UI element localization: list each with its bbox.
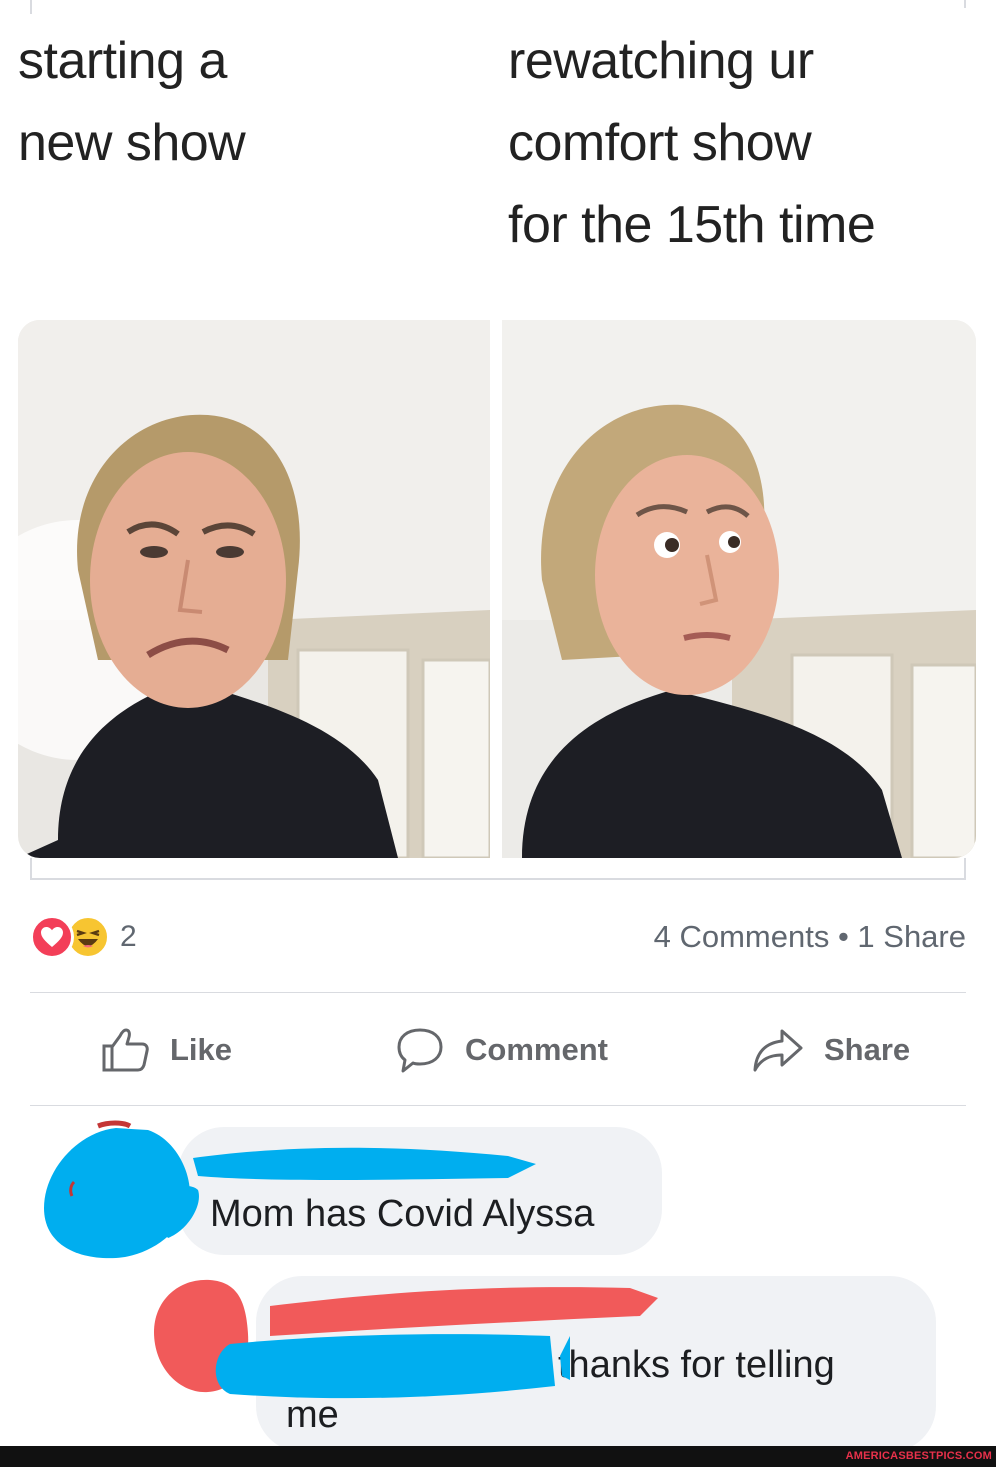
watermark-text: AMERICASBESTPICS.COM: [845, 1450, 992, 1462]
meme-photo-right[interactable]: [502, 320, 976, 858]
comment-icon: [397, 1028, 443, 1073]
watermark-bar: AMERICASBESTPICS.COM: [0, 1446, 996, 1467]
share-button[interactable]: Share: [752, 1020, 910, 1080]
thumbs-up-icon: [102, 1028, 149, 1072]
post-frame-left-line: [30, 0, 32, 14]
caption-line: new show: [18, 114, 246, 172]
reaction-count: 2: [120, 920, 137, 953]
caption-line: comfort show: [508, 114, 812, 172]
share-icon: [753, 1029, 803, 1072]
reactions-summary[interactable]: 2: [30, 912, 137, 962]
redaction-scribble-mixed: [154, 1279, 658, 1399]
caption-line: rewatching ur: [508, 32, 814, 90]
share-label: Share: [824, 1032, 911, 1067]
caption-line: starting a: [18, 32, 227, 90]
heart-icon: [30, 915, 74, 959]
meme-caption-left: starting a new show: [18, 20, 438, 184]
like-button[interactable]: Like: [100, 1020, 232, 1080]
comments-share-count[interactable]: 4 Comments • 1 Share: [654, 912, 966, 962]
meme-photo-right-image: [502, 320, 976, 858]
comment-button[interactable]: Comment: [395, 1020, 608, 1080]
redaction-scribble-blue: [44, 1120, 536, 1259]
divider-top: [30, 992, 966, 993]
post-frame-right-line: [964, 0, 966, 8]
meme-photo-left[interactable]: [18, 320, 490, 858]
comment-label: Comment: [465, 1032, 608, 1067]
post-frame-left-line-bottom: [30, 858, 32, 880]
divider-bottom: [30, 1105, 966, 1106]
like-label: Like: [170, 1032, 233, 1067]
meme-caption-right: rewatching ur comfort show for the 15th …: [508, 20, 968, 266]
post-frame-bottom-line: [30, 878, 966, 880]
post-frame-right-line-bottom: [964, 858, 966, 880]
meme-photo-left-image: [18, 320, 490, 858]
caption-line: for the 15th time: [508, 196, 876, 254]
